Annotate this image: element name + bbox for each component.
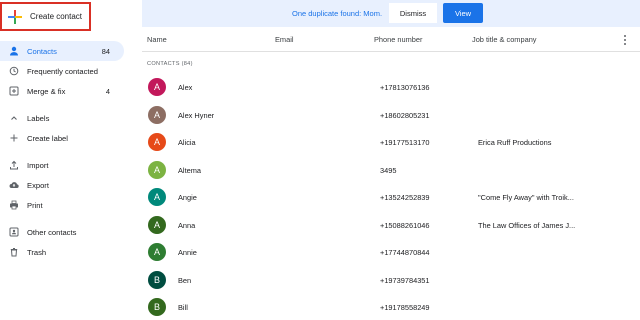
history-icon [8, 66, 19, 77]
import-icon [8, 160, 19, 171]
sidebar-item-label: Trash [27, 247, 47, 257]
table-header: Name Email Phone number Job title & comp… [142, 29, 640, 51]
table-row[interactable]: A Alicia +19177513170 Erica Ruff Product… [142, 131, 640, 159]
merge-fix-count: 4 [105, 86, 110, 96]
contacts-list: A Alex +17813076136 A Alex Hyner +186028… [142, 76, 640, 320]
avatar: A [148, 78, 166, 96]
contact-name: Alicia [178, 138, 196, 147]
contact-name: Altema [178, 165, 202, 175]
more-vert-icon[interactable] [621, 33, 629, 47]
table-row[interactable]: A Altema 3495 [142, 159, 640, 187]
sidebar-item-export[interactable]: Export [0, 175, 124, 195]
sidebar-item-label: Create label [27, 133, 68, 143]
sidebar-nav: Contacts 84 Frequently contacted Merge &… [0, 41, 124, 262]
print-icon [8, 200, 19, 211]
contact-name: Alex [178, 83, 193, 92]
sidebar-item-merge-fix[interactable]: Merge & fix 4 [0, 81, 124, 101]
avatar: A [148, 188, 166, 206]
colorful-plus-icon [8, 9, 22, 24]
contacts-count: 84 [101, 46, 110, 56]
sidebar-item-label: Export [27, 180, 49, 190]
plus-icon [8, 133, 19, 144]
contacts-section-label: CONTACTS (84) [147, 61, 193, 67]
merge-icon [8, 86, 19, 97]
banner-text: One duplicate found: Mom. [292, 9, 383, 18]
sidebar-item-label: Frequently contacted [27, 66, 98, 76]
person-icon [8, 46, 19, 57]
contact-job: "Come Fly Away" with Troik... [478, 193, 574, 202]
sidebar: Create contact Contacts 84 Frequently co… [0, 0, 134, 320]
column-header-phone[interactable]: Phone number [374, 35, 422, 44]
contact-phone: 3495 [380, 165, 397, 175]
avatar: B [148, 270, 166, 289]
sidebar-item-print[interactable]: Print [0, 195, 124, 215]
create-contact-button[interactable]: Create contact [0, 2, 91, 31]
contact-phone: +17813076136 [380, 83, 430, 92]
view-button[interactable]: View [443, 3, 483, 23]
sidebar-item-other-contacts[interactable]: Other contacts [0, 222, 124, 242]
contact-phone: +19177513170 [380, 138, 430, 147]
sidebar-item-label: Other contacts [27, 227, 77, 237]
create-contact-label: Create contact [30, 12, 83, 21]
table-row[interactable]: B Ben +19739784351 [142, 269, 640, 297]
dismiss-button[interactable]: Dismiss [389, 3, 437, 23]
avatar: A [148, 105, 166, 124]
sidebar-item-label: Import [27, 160, 49, 170]
contact-phone: +19178558249 [380, 303, 430, 312]
chevron-up-icon [8, 113, 19, 124]
column-header-job[interactable]: Job title & company [472, 35, 537, 44]
sidebar-item-contacts[interactable]: Contacts 84 [0, 41, 124, 61]
sidebar-item-trash[interactable]: Trash [0, 242, 124, 262]
sidebar-item-label: Merge & fix [27, 86, 66, 96]
contact-phone: +15088261046 [380, 220, 430, 230]
table-row[interactable]: A Annie +17744870844 [142, 241, 640, 269]
contact-job: The Law Offices of James J... [478, 220, 576, 230]
column-header-email[interactable]: Email [275, 35, 293, 44]
table-row[interactable]: B Bill +19178558249 [142, 296, 640, 320]
sidebar-item-label: Print [27, 200, 43, 210]
sidebar-item-import[interactable]: Import [0, 155, 124, 175]
other-contacts-icon [8, 227, 19, 238]
avatar: A [148, 160, 166, 179]
trash-icon [8, 247, 19, 258]
sidebar-item-label: Labels [27, 113, 50, 123]
table-row[interactable]: A Angie +13524252839 "Come Fly Away" wit… [142, 186, 640, 214]
sidebar-item-create-label[interactable]: Create label [0, 128, 124, 148]
contact-phone: +19739784351 [380, 275, 430, 285]
avatar: A [148, 133, 166, 151]
contact-name: Angie [178, 193, 197, 202]
cloud-export-icon [8, 180, 19, 191]
avatar: A [148, 243, 166, 261]
contact-name: Anna [178, 220, 196, 230]
duplicate-banner: One duplicate found: Mom. Dismiss View [142, 0, 640, 27]
avatar: B [148, 298, 166, 316]
avatar: A [148, 215, 166, 234]
table-row[interactable]: A Alex Hyner +18602805231 [142, 104, 640, 132]
contact-phone: +18602805231 [380, 110, 430, 120]
contact-name: Ben [178, 275, 192, 285]
header-divider [142, 51, 640, 52]
contact-name: Annie [178, 248, 197, 257]
table-row[interactable]: A Alex +17813076136 [142, 76, 640, 104]
contact-phone: +17744870844 [380, 248, 430, 257]
table-row[interactable]: A Anna +15088261046 The Law Offices of J… [142, 214, 640, 242]
contact-name: Alex Hyner [178, 110, 215, 120]
contact-phone: +13524252839 [380, 193, 430, 202]
contact-job: Erica Ruff Productions [478, 138, 552, 147]
sidebar-item-frequently-contacted[interactable]: Frequently contacted [0, 61, 124, 81]
sidebar-item-label: Contacts [27, 46, 57, 56]
column-header-name[interactable]: Name [147, 35, 167, 44]
contact-name: Bill [178, 303, 188, 312]
sidebar-item-labels[interactable]: Labels [0, 108, 124, 128]
